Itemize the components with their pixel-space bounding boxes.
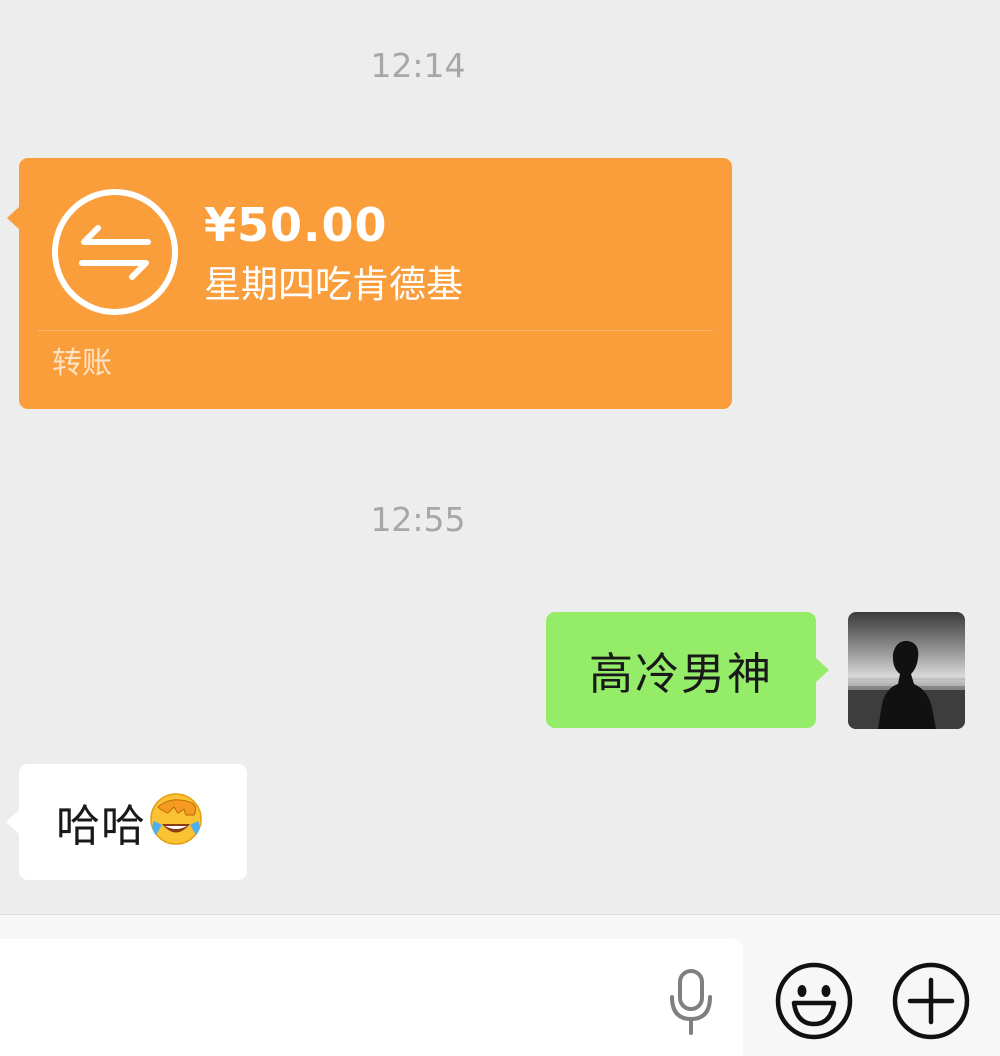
- message-input[interactable]: [0, 939, 743, 1056]
- transfer-label: 转账: [52, 346, 112, 381]
- transfer-card[interactable]: ¥50.00 星期四吃肯德基 转账: [7, 158, 732, 409]
- microphone-icon[interactable]: [665, 967, 717, 1037]
- face-palm-laughing-emoji: [150, 793, 202, 845]
- transfer-amount: ¥50.00: [204, 198, 388, 252]
- sent-message-bubble[interactable]: 高冷男神: [546, 612, 829, 728]
- smiley-face-icon[interactable]: [773, 960, 855, 1042]
- received-message-bubble[interactable]: 哈哈: [6, 764, 247, 880]
- timestamp: 12:14: [370, 46, 466, 85]
- transfer-divider: [38, 330, 713, 331]
- avatar[interactable]: [848, 612, 965, 729]
- received-message-text: 哈哈: [56, 801, 146, 852]
- transfer-arrows-icon: [52, 189, 178, 315]
- plus-circle-icon[interactable]: [890, 960, 972, 1042]
- timestamp: 12:55: [370, 500, 466, 539]
- transfer-note: 星期四吃肯德基: [204, 263, 463, 306]
- input-bar: [0, 914, 1000, 1056]
- sent-message-text: 高冷男神: [589, 649, 773, 700]
- avatar-silhouette-image: [848, 612, 965, 729]
